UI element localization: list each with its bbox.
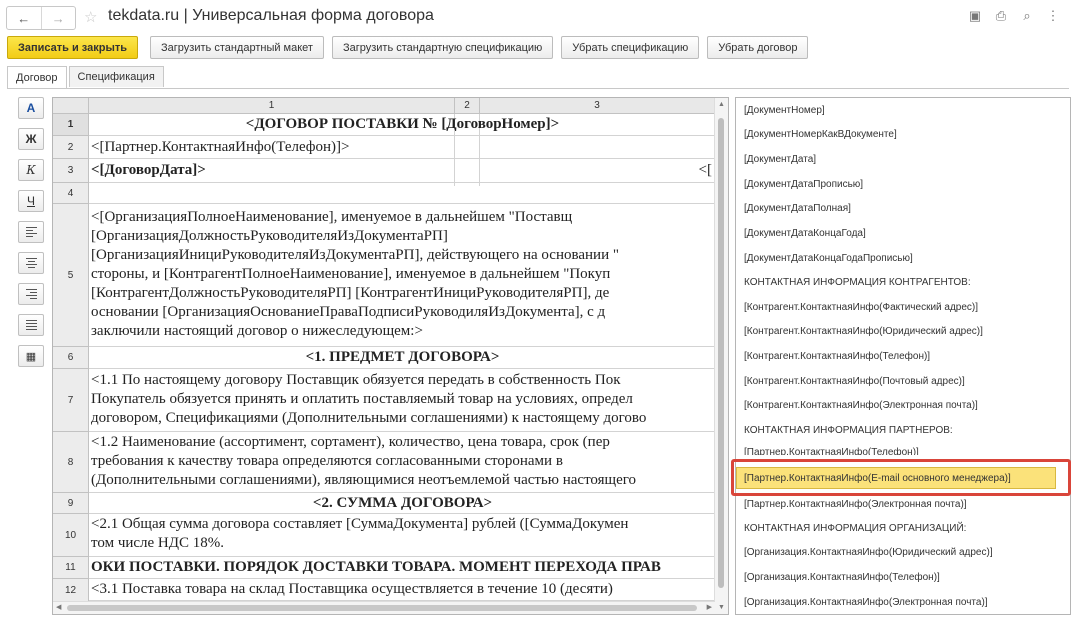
row-number[interactable]: 1 <box>53 114 89 136</box>
italic-button[interactable]: К <box>18 159 44 181</box>
forward-arrow-icon[interactable]: → <box>40 7 76 29</box>
load-template-button[interactable]: Загрузить стандартный макет <box>150 36 324 59</box>
window-tools: ▣ ⎙ ⌕ ⋮ <box>967 8 1061 24</box>
remove-contract-button[interactable]: Убрать договор <box>707 36 809 59</box>
tab-divider <box>7 88 1069 89</box>
table-cell[interactable]: <3.1 Поставка товара на склад Поставщика… <box>89 579 714 601</box>
more-icon[interactable]: ⋮ <box>1045 8 1061 24</box>
back-arrow-icon[interactable]: ← <box>7 7 41 29</box>
list-item[interactable]: [Партнер.КонтактнаяИнфо(Телефон)] <box>744 446 919 455</box>
row-number[interactable]: 5 <box>53 204 89 347</box>
align-right-icon[interactable] <box>18 283 44 305</box>
scroll-left-icon[interactable]: ◀ <box>56 602 61 614</box>
list-item[interactable]: [ДокументНомер] <box>744 104 825 118</box>
tab-specification[interactable]: Спецификация <box>68 66 164 87</box>
list-item[interactable]: [Организация.КонтактнаяИнфо(Юридический … <box>744 546 993 560</box>
table-cell[interactable]: <1.1 По настоящему договору Поставщик об… <box>89 369 714 432</box>
table-cell[interactable]: ОКИ ПОСТАВКИ. ПОРЯДОК ДОСТАВКИ ТОВАРА. М… <box>89 557 714 579</box>
contract-template-sheet[interactable]: 1 2 3 1 <ДОГОВОР ПОСТАВКИ № [ДоговорНоме… <box>52 97 729 615</box>
list-section-header: КОНТАКТНАЯ ИНФОРМАЦИЯ ОРГАНИЗАЦИЙ: <box>744 523 967 534</box>
tab-bar: Договор Спецификация <box>7 66 166 89</box>
table-cell[interactable]: <1.2 Наименование (ассортимент, сортамен… <box>89 432 714 493</box>
row-number[interactable]: 7 <box>53 369 89 432</box>
list-item[interactable]: [Организация.КонтактнаяИнфо(Телефон)] <box>744 571 940 585</box>
title-bar: ← → ☆ tekdata.ru | Универсальная форма д… <box>0 0 1075 34</box>
font-color-button[interactable]: A <box>18 97 44 119</box>
row-number[interactable]: 3 <box>53 159 89 183</box>
scroll-up-icon[interactable]: ▲ <box>715 101 728 108</box>
table-cell[interactable] <box>89 183 714 204</box>
underline-button[interactable]: Ч <box>18 190 44 212</box>
row-number[interactable]: 9 <box>53 493 89 514</box>
save-icon[interactable]: ▣ <box>967 8 983 24</box>
row-number[interactable]: 10 <box>53 514 89 557</box>
print-icon[interactable]: ⎙ <box>993 8 1009 24</box>
preview-icon[interactable]: ⌕ <box>1019 8 1035 24</box>
fields-list[interactable]: [ДокументНомер] [ДокументНомерКакВДокуме… <box>735 97 1071 615</box>
table-cell[interactable]: <2.1 Общая сумма договора составляет [Су… <box>89 514 714 557</box>
list-item[interactable]: [Партнер.КонтактнаяИнфо(Электронная почт… <box>744 498 967 512</box>
table-cell[interactable]: <ДОГОВОР ПОСТАВКИ № [ДоговорНомер]> <box>89 114 714 136</box>
align-center-icon[interactable] <box>18 252 44 274</box>
list-item[interactable]: [ДокументДатаКонцаГода] <box>744 227 866 241</box>
window-title: tekdata.ru | Универсальная форма договор… <box>108 7 434 24</box>
vertical-scrollbar[interactable]: ▲ ▼ <box>714 98 728 614</box>
list-item[interactable]: [Контрагент.КонтактнаяИнфо(Телефон)] <box>744 350 930 364</box>
cell-format-icon[interactable]: ▦ <box>18 345 44 367</box>
column-header[interactable]: 2 <box>455 98 480 114</box>
row-number[interactable]: 11 <box>53 557 89 579</box>
scroll-thumb[interactable] <box>67 605 697 611</box>
column-header[interactable]: 3 <box>480 98 715 114</box>
list-item[interactable]: [ДокументНомерКакВДокументе] <box>744 128 897 142</box>
horizontal-scrollbar[interactable]: ◀ ▶ <box>53 601 715 614</box>
list-item[interactable]: [Контрагент.КонтактнаяИнфо(Юридический а… <box>744 325 983 339</box>
row-number[interactable]: 12 <box>53 579 89 602</box>
list-item[interactable]: [Организация.КонтактнаяИнфо(Электронная … <box>744 596 988 610</box>
star-icon[interactable]: ☆ <box>84 8 97 26</box>
list-item[interactable]: [ДокументДатаКонцаГодаПрописью] <box>744 252 913 266</box>
list-item[interactable]: [ДокументДатаПолная] <box>744 202 851 216</box>
remove-spec-button[interactable]: Убрать спецификацию <box>561 36 700 59</box>
list-item[interactable]: [Контрагент.КонтактнаяИнфо(Фактический а… <box>744 301 978 315</box>
table-cell[interactable]: <[ДоговорДата]> <[ <box>89 159 714 183</box>
list-item[interactable]: [ДокументДата] <box>744 153 816 167</box>
table-cell[interactable]: <[Партнер.КонтактнаяИнфо(Телефон)]> <box>89 136 714 159</box>
row-number[interactable]: 2 <box>53 136 89 159</box>
row-number[interactable]: 6 <box>53 347 89 369</box>
row-number[interactable]: 8 <box>53 432 89 493</box>
scroll-down-icon[interactable]: ▼ <box>715 604 728 611</box>
corner-header <box>53 98 89 114</box>
align-justify-icon[interactable] <box>18 314 44 336</box>
list-item[interactable]: [Контрагент.КонтактнаяИнфо(Электронная п… <box>744 399 978 413</box>
nav-buttons: ← → <box>6 6 76 30</box>
bold-button[interactable]: Ж <box>18 128 44 150</box>
list-section-header: КОНТАКТНАЯ ИНФОРМАЦИЯ КОНТРАГЕНТОВ: <box>744 277 971 288</box>
align-left-icon[interactable] <box>18 221 44 243</box>
list-item[interactable]: [Контрагент.КонтактнаяИнфо(Почтовый адре… <box>744 375 965 389</box>
command-bar: Записать и закрыть Загрузить стандартный… <box>7 36 809 59</box>
scroll-right-icon[interactable]: ▶ <box>707 602 712 614</box>
list-section-header: КОНТАКТНАЯ ИНФОРМАЦИЯ ПАРТНЕРОВ: <box>744 425 953 436</box>
scroll-thumb[interactable] <box>718 118 724 588</box>
tab-contract[interactable]: Договор <box>7 66 67 89</box>
table-cell[interactable]: <[ОрганизацияПолноеНаименование], именуе… <box>89 204 714 347</box>
highlight-callout <box>731 459 1071 496</box>
table-cell[interactable]: <2. СУММА ДОГОВОРА> <box>89 493 714 514</box>
load-spec-button[interactable]: Загрузить стандартную спецификацию <box>331 36 554 59</box>
list-item[interactable]: [ДокументДатаПрописью] <box>744 178 863 192</box>
column-header[interactable]: 1 <box>89 98 455 114</box>
row-number[interactable]: 4 <box>53 183 89 204</box>
save-and-close-button[interactable]: Записать и закрыть <box>7 36 139 59</box>
table-cell[interactable]: <1. ПРЕДМЕТ ДОГОВОРА> <box>89 347 714 369</box>
